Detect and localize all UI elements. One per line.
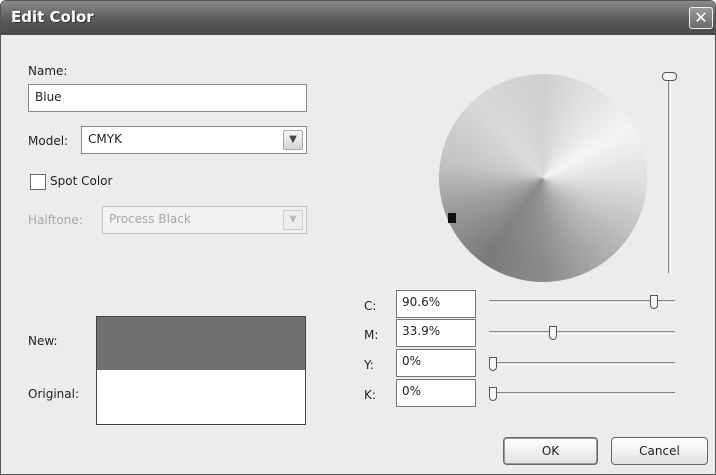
channel-label-c: C: <box>364 299 377 313</box>
channel-slider-thumb-y[interactable] <box>489 357 497 371</box>
channel-slider-thumb-m[interactable] <box>549 326 558 340</box>
channel-label-k: K: <box>364 388 376 402</box>
channel-value-k: 0% <box>402 384 422 398</box>
channel-slider-track-y[interactable] <box>489 362 675 365</box>
spot-color-label: Spot Color <box>50 174 113 188</box>
chevron-down-icon: ▼ <box>283 210 303 230</box>
close-icon: ✕ <box>694 8 708 27</box>
halftone-label: Halftone: <box>28 213 83 227</box>
halftone-value: Process Black <box>109 212 191 226</box>
chevron-down-icon[interactable]: ▼ <box>283 130 303 150</box>
channel-slider-track-c[interactable] <box>489 300 675 303</box>
title-bar: Edit Color ✕ <box>1 1 715 35</box>
edit-color-dialog: Edit Color ✕ Name: Blue Model: CMYK ▼ Sp… <box>0 0 716 475</box>
channel-value-y: 0% <box>402 354 422 368</box>
cancel-button[interactable]: Cancel <box>611 437 708 465</box>
name-label: Name: <box>28 64 68 78</box>
ok-button[interactable]: OK <box>503 437 598 465</box>
close-button[interactable]: ✕ <box>689 7 713 29</box>
original-color-swatch <box>96 370 306 425</box>
color-wheel-marker[interactable] <box>448 213 456 223</box>
channel-slider-track-m[interactable] <box>489 331 675 334</box>
model-select[interactable]: CMYK ▼ <box>81 126 307 154</box>
channel-slider-thumb-k[interactable] <box>489 387 497 401</box>
channel-label-m: M: <box>364 328 379 342</box>
model-label: Model: <box>28 134 69 148</box>
channel-value-m: 33.9% <box>402 324 441 338</box>
name-value: Blue <box>35 90 62 104</box>
model-value: CMYK <box>88 132 122 146</box>
channel-input-y[interactable]: 0% <box>396 349 476 377</box>
channel-value-c: 90.6% <box>402 295 441 309</box>
dialog-title: Edit Color <box>11 8 94 26</box>
channel-label-y: Y: <box>364 358 374 372</box>
channel-slider-track-k[interactable] <box>489 392 675 395</box>
halftone-select: Process Black ▼ <box>102 206 307 234</box>
new-color-swatch <box>96 316 306 370</box>
brightness-slider-track[interactable] <box>668 81 671 273</box>
channel-input-c[interactable]: 90.6% <box>396 290 476 318</box>
spot-color-checkbox[interactable] <box>30 174 46 190</box>
color-wheel[interactable] <box>439 74 647 282</box>
channel-input-k[interactable]: 0% <box>396 379 476 407</box>
brightness-slider-thumb[interactable] <box>662 72 677 81</box>
channel-slider-thumb-c[interactable] <box>650 295 659 309</box>
original-label: Original: <box>28 387 79 401</box>
new-label: New: <box>28 334 58 348</box>
channel-input-m[interactable]: 33.9% <box>396 319 476 347</box>
name-input[interactable]: Blue <box>28 84 307 112</box>
